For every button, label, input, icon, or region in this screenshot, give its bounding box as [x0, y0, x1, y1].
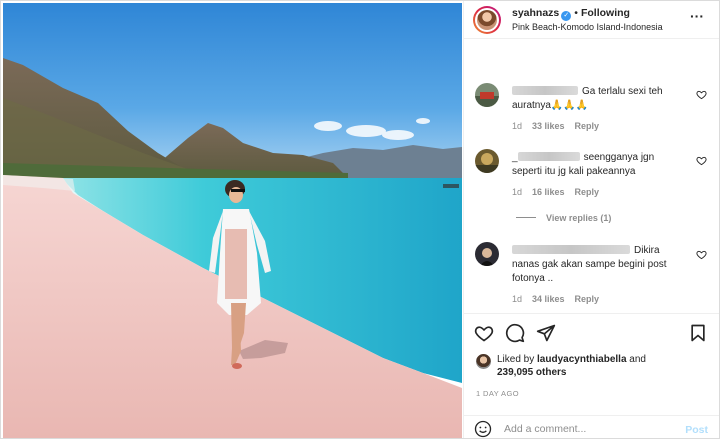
comment-like-heart-icon[interactable] [696, 155, 707, 166]
blurred-username[interactable] [512, 245, 630, 254]
comment-like-heart-icon[interactable] [696, 89, 707, 100]
comment-likes[interactable]: 33 likes [532, 121, 565, 131]
smiley-icon[interactable] [474, 420, 492, 438]
author-username[interactable]: syahnazs [512, 7, 559, 19]
post-timestamp[interactable]: 1 DAY AGO [476, 389, 519, 398]
separator-dot: • [574, 7, 578, 19]
comment-text: _ seengganya jgn seperti itu jg kali pakea… [512, 152, 655, 177]
verified-badge-icon: ✓ [561, 11, 572, 21]
bookmark-icon[interactable] [688, 323, 708, 343]
blurred-username[interactable] [512, 86, 578, 95]
comment-meta: 1d 16 likes Reply [512, 187, 609, 197]
liker-username[interactable]: laudyacynthiabella [537, 354, 626, 365]
liker-avatar[interactable] [476, 354, 491, 369]
comment-likes[interactable]: 34 likes [532, 294, 565, 304]
comment-time: 1d [512, 121, 523, 131]
comment-time: 1d [512, 294, 523, 304]
pray-emoji: 🙏🙏🙏 [550, 100, 589, 111]
comment-text: Ga terlalu sexi teh auratnya🙏🙏🙏 [512, 86, 663, 111]
post-actions-bar [464, 313, 719, 351]
send-icon[interactable] [536, 323, 556, 343]
author-line: syahnazs ✓ • Following [512, 7, 630, 21]
more-options-icon[interactable]: ··· [690, 9, 704, 23]
view-replies-button[interactable]: View replies (1) [516, 213, 611, 223]
post-location[interactable]: Pink Beach-Komodo Island-Indonesia [512, 22, 663, 32]
reply-button[interactable]: Reply [575, 294, 600, 304]
post-photo[interactable] [3, 3, 462, 438]
commenter-avatar[interactable] [475, 83, 499, 107]
post-header: syahnazs ✓ • Following Pink Beach-Komodo Is… [464, 1, 719, 39]
add-comment-bar: Post [464, 415, 719, 438]
reply-button[interactable]: Reply [575, 121, 600, 131]
beach-photo-illustration [3, 3, 462, 438]
comment-like-heart-icon[interactable] [696, 249, 707, 260]
comment-meta: 1d 33 likes Reply [512, 121, 609, 131]
liked-by-text: Liked by laudyacynthiabella and 239,095 o… [497, 354, 646, 378]
reply-button[interactable]: Reply [575, 187, 600, 197]
comment-text: Dikira nanas gak akan sampe begini post fo… [512, 245, 667, 284]
post-comment-button[interactable]: Post [685, 424, 708, 436]
commenter-avatar[interactable] [475, 242, 499, 266]
commenter-avatar[interactable] [475, 149, 499, 173]
comment-input[interactable] [504, 420, 674, 438]
comment-meta: 1d 34 likes Reply [512, 294, 609, 304]
blurred-username[interactable] [517, 152, 580, 161]
comment-time: 1d [512, 187, 523, 197]
comment-icon[interactable] [505, 323, 525, 343]
following-button[interactable]: Following [581, 7, 630, 19]
author-avatar[interactable] [473, 6, 501, 34]
heart-icon[interactable] [474, 323, 494, 343]
likes-count[interactable]: 239,095 others [497, 367, 567, 378]
post-side-panel: syahnazs ✓ • Following Pink Beach-Komodo Is… [463, 1, 719, 438]
instagram-post-view: syahnazs ✓ • Following Pink Beach-Komodo Is… [0, 0, 720, 439]
replies-divider-line [516, 217, 536, 218]
comment-likes[interactable]: 16 likes [532, 187, 565, 197]
